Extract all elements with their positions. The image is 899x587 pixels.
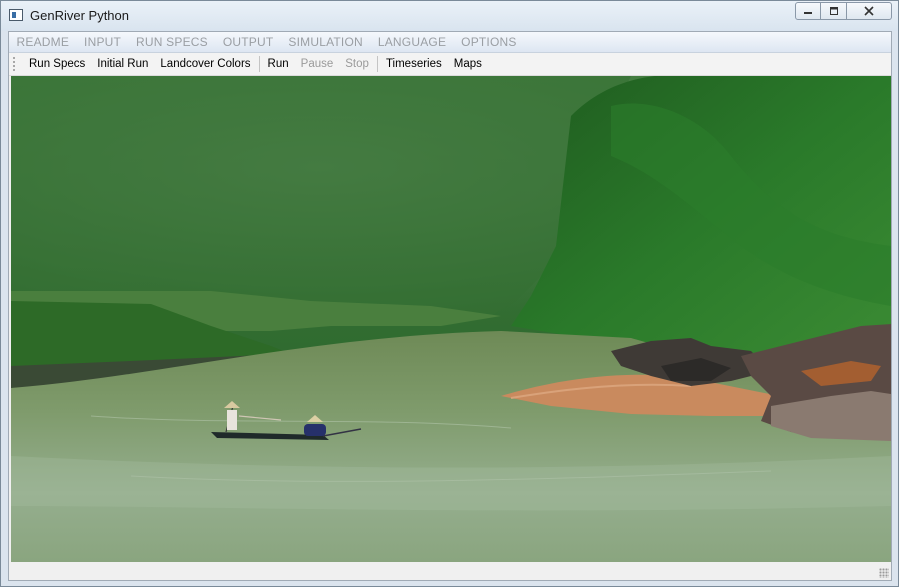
menu-input[interactable]: INPUT	[77, 35, 129, 49]
toolbar: Run Specs Initial Run Landcover Colors R…	[9, 53, 891, 76]
menu-readme[interactable]: README	[9, 35, 77, 49]
resize-grip[interactable]	[879, 568, 889, 578]
river-landscape-photo	[11, 76, 891, 562]
client-area: README INPUT RUN SPECS OUTPUT SIMULATION…	[8, 31, 892, 581]
close-icon	[864, 6, 874, 16]
menu-simulation[interactable]: SIMULATION	[281, 35, 370, 49]
title-bar[interactable]: GenRiver Python	[1, 1, 898, 31]
run-specs-button[interactable]: Run Specs	[23, 58, 91, 70]
stop-button[interactable]: Stop	[339, 58, 375, 70]
close-button[interactable]	[847, 2, 892, 20]
app-window: GenRiver Python README INPUT RUN SPECS O…	[0, 0, 899, 587]
window-controls	[795, 2, 892, 20]
pause-button[interactable]: Pause	[295, 58, 340, 70]
toolbar-grip[interactable]	[13, 57, 17, 71]
maximize-icon	[829, 7, 838, 15]
toolbar-separator	[258, 56, 260, 72]
menu-output[interactable]: OUTPUT	[215, 35, 281, 49]
menu-run-specs[interactable]: RUN SPECS	[129, 35, 216, 49]
menu-bar: README INPUT RUN SPECS OUTPUT SIMULATION…	[9, 32, 891, 53]
landcover-colors-button[interactable]: Landcover Colors	[154, 58, 256, 70]
run-button[interactable]: Run	[262, 58, 295, 70]
minimize-icon	[804, 12, 812, 14]
menu-language[interactable]: LANGUAGE	[370, 35, 453, 49]
timeseries-button[interactable]: Timeseries	[380, 58, 448, 70]
minimize-button[interactable]	[795, 2, 821, 20]
initial-run-button[interactable]: Initial Run	[91, 58, 154, 70]
window-title: GenRiver Python	[30, 8, 129, 23]
maximize-button[interactable]	[821, 2, 847, 20]
toolbar-separator	[376, 56, 378, 72]
maps-button[interactable]: Maps	[448, 58, 488, 70]
app-icon[interactable]	[9, 9, 23, 21]
menu-options[interactable]: OPTIONS	[454, 35, 524, 49]
landscape-illustration	[11, 76, 891, 562]
status-bar	[9, 562, 891, 580]
